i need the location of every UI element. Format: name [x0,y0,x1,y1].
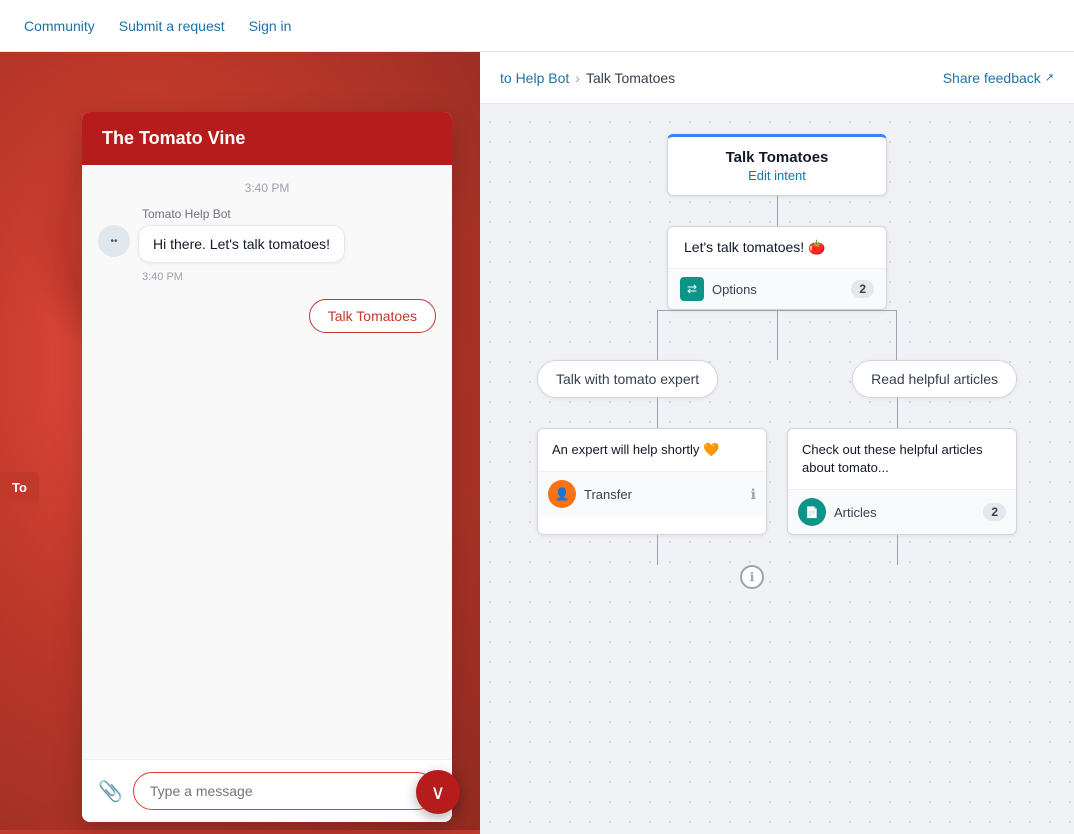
breadcrumb-parent[interactable]: to Help Bot [500,70,569,86]
breadcrumb-separator: › [575,70,580,86]
flow-container: Talk Tomatoes Edit intent Let's talk tom… [537,134,1017,834]
edit-intent-link[interactable]: Edit intent [684,168,870,183]
chat-body: 3:40 PM Tomato Help Bot •• Hi there. Let… [82,165,452,759]
breadcrumb-current: Talk Tomatoes [586,70,675,86]
option-articles-label: Read helpful articles [871,371,998,387]
message-footer: ⇄ Options 2 [668,268,886,309]
articles-icon: 📄 [798,498,826,526]
avatar-dots: •• [110,236,117,247]
option-node-articles[interactable]: Read helpful articles [852,360,1017,398]
chevron-down-icon: ∨ [431,780,446,805]
chat-footer: 📎 [82,759,452,822]
articles-result-node[interactable]: Check out these helpful articles about t… [787,428,1017,535]
articles-result-footer: 📄 Articles 2 [788,489,1016,534]
bottom-right-connector [897,535,898,565]
branch-left-line [657,310,658,360]
message-body: Let's talk tomatoes! 🍅 [668,227,886,268]
top-navigation: Community Submit a request Sign in [0,0,1074,52]
chat-title: The Tomato Vine [102,128,245,148]
transfer-info-icon: ℹ [751,486,756,503]
chat-widget: The Tomato Vine 3:40 PM Tomato Help Bot … [82,112,452,822]
transfer-symbol: ⇄ [687,282,697,296]
branch-lines-container [537,310,1017,360]
bottom-info-circle[interactable]: ℹ [740,565,764,589]
talk-tomatoes-node[interactable]: Talk Tomatoes Edit intent [667,134,887,196]
chat-message-text: Hi there. Let's talk tomatoes! [153,236,330,252]
chat-timestamp-1: 3:40 PM [98,181,436,195]
options-icon: ⇄ [680,277,704,301]
chat-message-row: •• Hi there. Let's talk tomatoes! [98,225,436,263]
transfer-icon: 👤 [548,480,576,508]
transfer-result-body: An expert will help shortly 🧡 [538,429,766,471]
chat-bot-label: Tomato Help Bot [142,207,436,221]
connector-1 [777,196,778,226]
option-expert-label: Talk with tomato expert [556,371,699,387]
scroll-down-button[interactable]: ∨ [416,770,460,814]
right-connector [897,398,898,428]
option-node-expert[interactable]: Talk with tomato expert [537,360,718,398]
left-connector [657,398,658,428]
option-nodes-row: Talk with tomato expert Read helpful art… [537,360,1017,398]
branch-right-line [896,310,897,360]
chat-timestamp-2: 3:40 PM [142,271,436,283]
bottom-connectors [537,535,1017,565]
info-icon: ℹ [750,570,755,584]
articles-result-body: Check out these helpful articles about t… [788,429,1016,489]
transfer-result-text: An expert will help shortly 🧡 [552,442,719,457]
nav-sign-in[interactable]: Sign in [249,18,292,34]
share-feedback-button[interactable]: Share feedback ↗ [943,70,1054,86]
document-icon: 📄 [805,506,819,519]
message-node[interactable]: Let's talk tomatoes! 🍅 ⇄ Options 2 [667,226,887,310]
branch-horizontal-line [657,310,897,311]
chat-input[interactable] [133,772,436,810]
talk-tomatoes-button[interactable]: Talk Tomatoes [309,299,436,333]
bottom-circle-row: ℹ [537,565,1017,589]
options-count: 2 [851,280,874,298]
flow-editor-panel: to Help Bot › Talk Tomatoes Share feedba… [480,52,1074,834]
chat-bubble: Hi there. Let's talk tomatoes! [138,225,345,263]
flow-area: Talk Tomatoes Edit intent Let's talk tom… [480,104,1074,834]
branch-center-line [777,310,778,360]
flow-breadcrumb-bar: to Help Bot › Talk Tomatoes Share feedba… [480,52,1074,104]
transfer-result-node[interactable]: An expert will help shortly 🧡 👤 Transfer… [537,428,767,535]
message-text: Let's talk tomatoes! 🍅 [684,239,826,255]
chat-avatar: •• [98,225,130,257]
share-feedback-label: Share feedback [943,70,1041,86]
nav-submit-request[interactable]: Submit a request [119,18,225,34]
chat-header: The Tomato Vine [82,112,452,165]
bottom-left-connector [657,535,658,565]
result-nodes-row: An expert will help shortly 🧡 👤 Transfer… [537,428,1017,535]
breadcrumb: to Help Bot › Talk Tomatoes [500,70,675,86]
left-tab[interactable]: To [0,472,39,503]
transfer-label: Transfer [584,487,743,502]
main-area: To The Tomato Vine 3:40 PM Tomato Help B… [0,52,1074,834]
transfer-result-footer: 👤 Transfer ℹ [538,471,766,516]
flow-node-title: Talk Tomatoes [684,149,870,166]
person-icon: 👤 [555,487,570,501]
external-link-icon: ↗ [1045,71,1054,84]
articles-result-text: Check out these helpful articles about t… [802,442,983,475]
connector-pair [537,398,1017,428]
left-panel: To The Tomato Vine 3:40 PM Tomato Help B… [0,52,480,834]
attach-icon[interactable]: 📎 [98,779,123,804]
articles-count: 2 [983,503,1006,521]
bottom-bar [0,830,480,834]
nav-community[interactable]: Community [24,18,95,34]
articles-label: Articles [834,505,975,520]
chat-options-area: Talk Tomatoes [98,299,436,333]
options-label: Options [712,282,843,297]
